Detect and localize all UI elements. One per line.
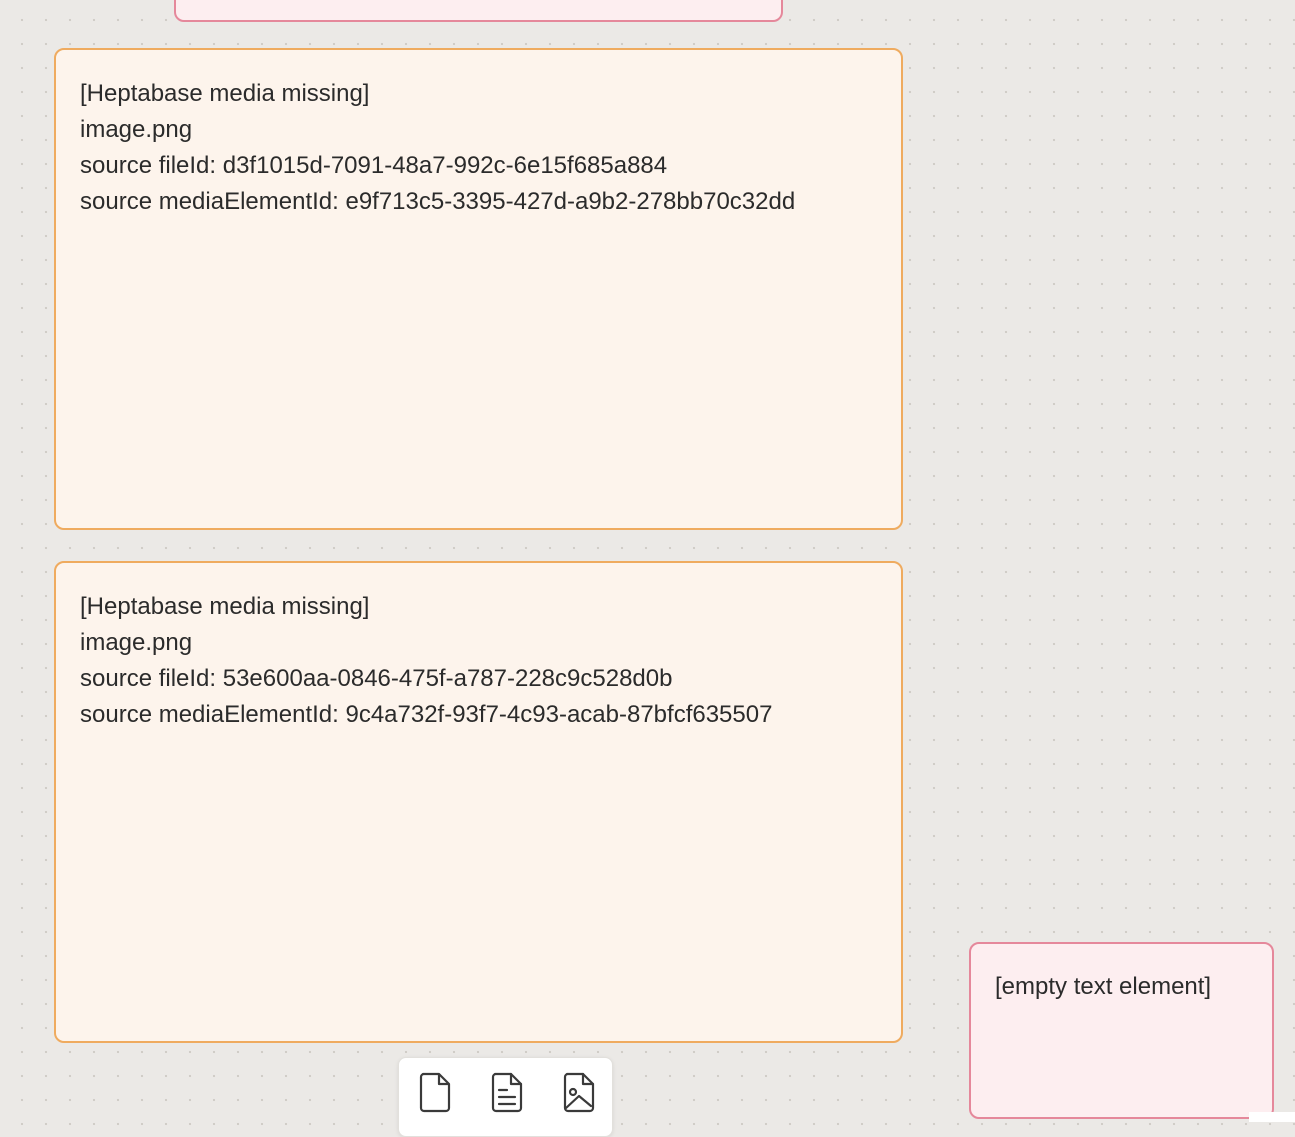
media-missing-card[interactable]: [Heptabase media missing] image.png sour… xyxy=(54,48,903,530)
media-filename: image.png xyxy=(80,116,193,143)
empty-text-label: [empty text element] xyxy=(995,973,1212,1000)
card-content: [Heptabase media missing] image.png sour… xyxy=(56,50,901,220)
empty-text-element-card[interactable]: [empty text element] xyxy=(969,942,1274,1119)
text-element-card-partial[interactable] xyxy=(174,0,783,22)
card-content: [empty text element] xyxy=(971,944,1272,1005)
source-media-element-id: source mediaElementId: e9f713c5-3395-427… xyxy=(80,188,796,215)
image-file-icon xyxy=(557,1070,601,1119)
media-missing-title: [Heptabase media missing] xyxy=(80,593,370,620)
new-card-button[interactable] xyxy=(409,1068,461,1120)
source-media-element-id: source mediaElementId: 9c4a732f-93f7-4c9… xyxy=(80,701,773,728)
source-file-id: source fileId: 53e600aa-0846-475f-a787-2… xyxy=(80,665,673,692)
create-toolbar xyxy=(398,1057,613,1137)
blank-page-icon xyxy=(413,1070,457,1119)
media-missing-title: [Heptabase media missing] xyxy=(80,80,370,107)
new-image-button[interactable] xyxy=(553,1068,605,1120)
media-filename: image.png xyxy=(80,629,193,656)
card-content: [Heptabase media missing] image.png sour… xyxy=(56,563,901,733)
text-document-icon xyxy=(485,1070,529,1119)
media-missing-card[interactable]: [Heptabase media missing] image.png sour… xyxy=(54,561,903,1043)
source-file-id: source fileId: d3f1015d-7091-48a7-992c-6… xyxy=(80,152,668,179)
new-note-button[interactable] xyxy=(481,1068,533,1120)
scroll-corner xyxy=(1249,1112,1295,1122)
